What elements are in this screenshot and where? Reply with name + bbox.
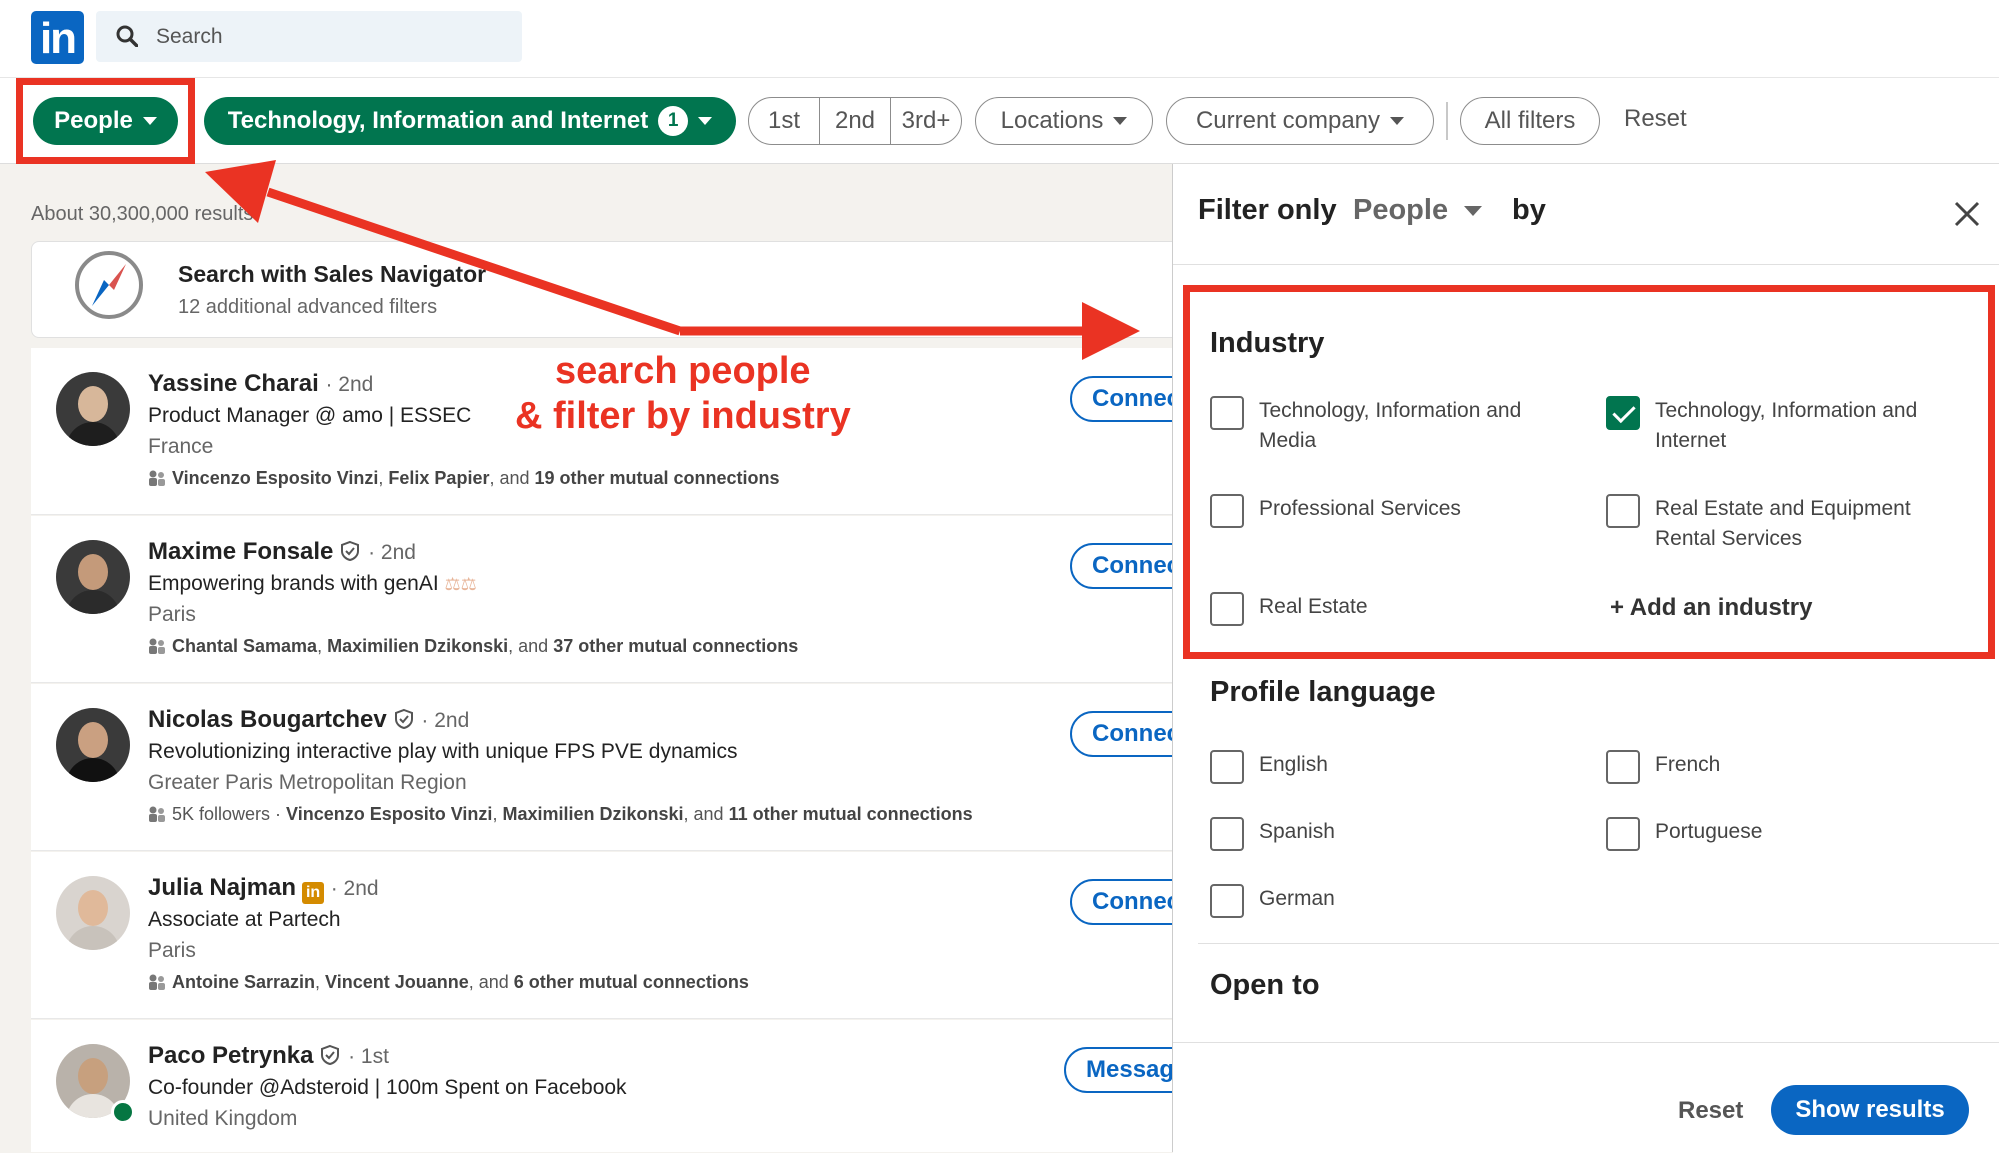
annotation-text-line2: & filter by industry xyxy=(515,395,851,437)
annotation-arrows xyxy=(205,160,1140,360)
annotation-text-line1: search people xyxy=(555,350,811,392)
